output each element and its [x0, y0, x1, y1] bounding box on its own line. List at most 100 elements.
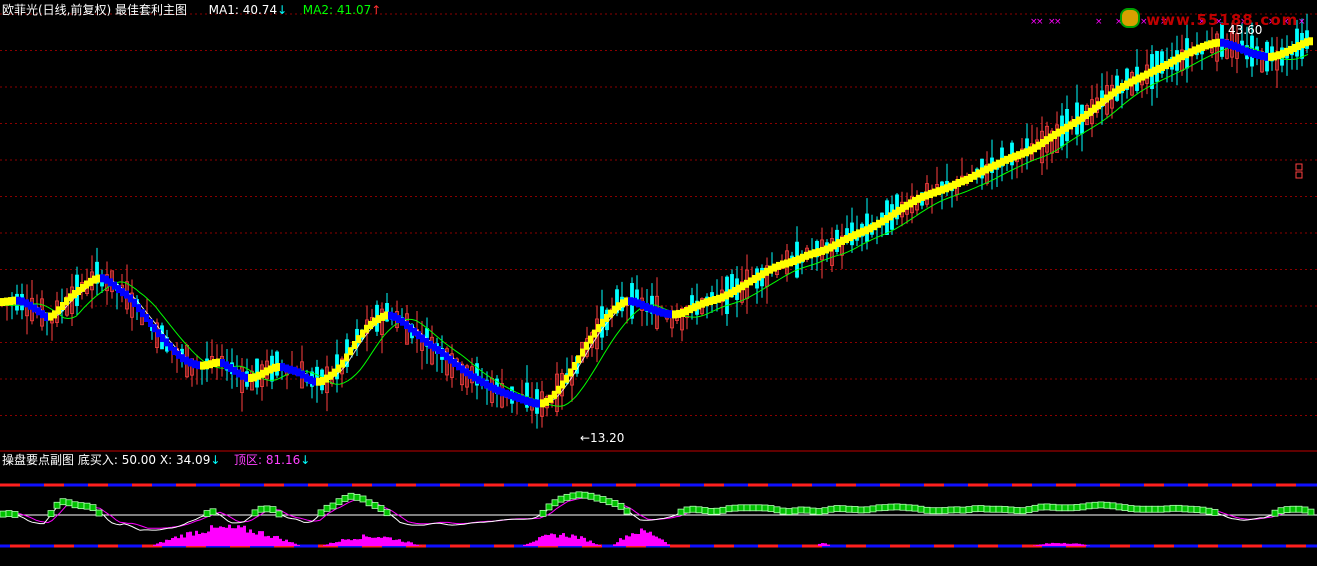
sub-histogram-bar [326, 544, 329, 546]
sub-step-box [929, 507, 937, 515]
sub-histogram-bar [365, 536, 368, 546]
sub-step-box [545, 503, 553, 511]
sub-step-box [1139, 505, 1147, 513]
stock-chart[interactable]: ×× ×× × × × × × × × × × × 43.60 ←13.20 [0, 0, 1317, 566]
sub-oscillator-line [0, 494, 1309, 531]
sub-step-box [941, 507, 949, 514]
sub-histogram-bar [649, 531, 652, 546]
sub-histogram-bar [616, 542, 619, 546]
sub-histogram-bar [613, 544, 616, 546]
sub-step-box [605, 498, 613, 506]
sub-histogram-bar [368, 537, 371, 546]
sub-histogram-bar [276, 535, 279, 546]
sub-histogram-bar [243, 525, 246, 546]
sub-histogram-bar [371, 537, 374, 546]
sub-histogram-bar [401, 541, 404, 546]
sub-step-box [323, 504, 331, 512]
sub-step-box [917, 505, 925, 513]
sub-step-box [587, 492, 595, 500]
sub-step-box [791, 507, 799, 515]
sub-step-box [1127, 505, 1135, 512]
sub-step-box [11, 511, 19, 518]
sub-indicator-panel [0, 483, 1317, 548]
sub-step-box [749, 504, 757, 512]
sub-step-box [377, 505, 385, 512]
sub-step-box [59, 498, 67, 506]
sub-step-box [1211, 509, 1219, 516]
ma2-arrow-icon: ↑ [371, 3, 382, 17]
sub-step-box [959, 506, 967, 514]
sub-histogram-bar [1039, 544, 1042, 546]
sub-step-box [359, 495, 367, 503]
sub-histogram-bar [565, 536, 568, 546]
sub-histogram-bar [574, 535, 577, 546]
sub-histogram-bar [1072, 543, 1075, 546]
sub-step-box [977, 505, 985, 512]
sub-step-box [785, 508, 793, 515]
sub-histogram-bar [273, 536, 276, 546]
sub-step-box [95, 509, 103, 517]
sub-step-box [1103, 501, 1111, 509]
sub-histogram-bar [619, 538, 622, 546]
sub-step-box [1277, 507, 1285, 515]
sub-histogram-bar [252, 532, 255, 546]
sub-histogram-bar [1063, 542, 1066, 546]
sub-histogram-bar [529, 542, 532, 546]
sub-histogram-bar [270, 537, 273, 546]
sub-histogram-bar [177, 538, 180, 546]
sub-step-box [1163, 505, 1171, 513]
sub-step-box [737, 504, 745, 512]
sub-histogram-bar [538, 537, 541, 546]
sub-histogram-bar [183, 537, 186, 546]
sub-step-box [893, 503, 901, 511]
sub-histogram-bar [255, 534, 258, 546]
sub-step-box [677, 508, 685, 516]
sub-histogram-bar [413, 544, 416, 546]
marker-x: × [1036, 17, 1044, 27]
sub-step-box [1295, 505, 1303, 513]
sub-histogram-bar [553, 534, 556, 546]
sub-step-box [1283, 506, 1291, 514]
sub-histogram-bar [258, 531, 261, 546]
sub-step-box [1133, 505, 1141, 513]
sub-step-box [869, 505, 877, 513]
sub-step-box [383, 509, 391, 517]
sub-step-box [797, 506, 805, 514]
ma1-value: 40.74 [242, 3, 278, 17]
sub-step-box [1025, 506, 1033, 514]
sub-header: 操盘要点副图 底买入: 50.00 X: 34.09↓ 顶区: 81.16↓ [2, 453, 310, 467]
sub-step-box [845, 505, 853, 513]
sub-step-box [1289, 505, 1297, 513]
sub-step-box [1055, 504, 1063, 512]
logo-icon [1120, 8, 1140, 28]
price-grid [0, 13, 1317, 416]
sub-histogram-bar [216, 527, 219, 546]
sub-step-box [713, 507, 721, 515]
sub-step-box [1043, 503, 1051, 511]
sub-step-box [0, 510, 7, 518]
sub-histogram-bar [294, 543, 297, 546]
sub-histogram-bar [595, 544, 598, 546]
sub-step-box [1067, 504, 1075, 512]
sub-step-box [1013, 507, 1021, 514]
sub-histogram-bar [210, 525, 213, 546]
sub-histogram-bar [1060, 543, 1063, 546]
sub-histogram-bar [526, 543, 529, 546]
sub-step-box [1037, 503, 1045, 511]
sub-step-box [1145, 505, 1153, 513]
sub-histogram-bar [323, 545, 326, 546]
sub-histogram-bar [598, 544, 601, 546]
sub-step-box [53, 501, 61, 509]
sub-step-box [725, 505, 733, 513]
sub-top-label: 顶区: [234, 453, 266, 467]
sub-histogram-bar [389, 537, 392, 546]
sub-histogram-bar [631, 533, 634, 546]
sub-step-box [1109, 502, 1117, 510]
sub-step-box [623, 507, 631, 515]
sub-histogram-bar [544, 534, 547, 546]
trend-block [1308, 37, 1313, 46]
sub-histogram-bar [192, 535, 195, 546]
sub-step-box [1151, 505, 1159, 513]
sub-step-box [965, 506, 973, 514]
sub-histogram-bar [404, 542, 407, 546]
